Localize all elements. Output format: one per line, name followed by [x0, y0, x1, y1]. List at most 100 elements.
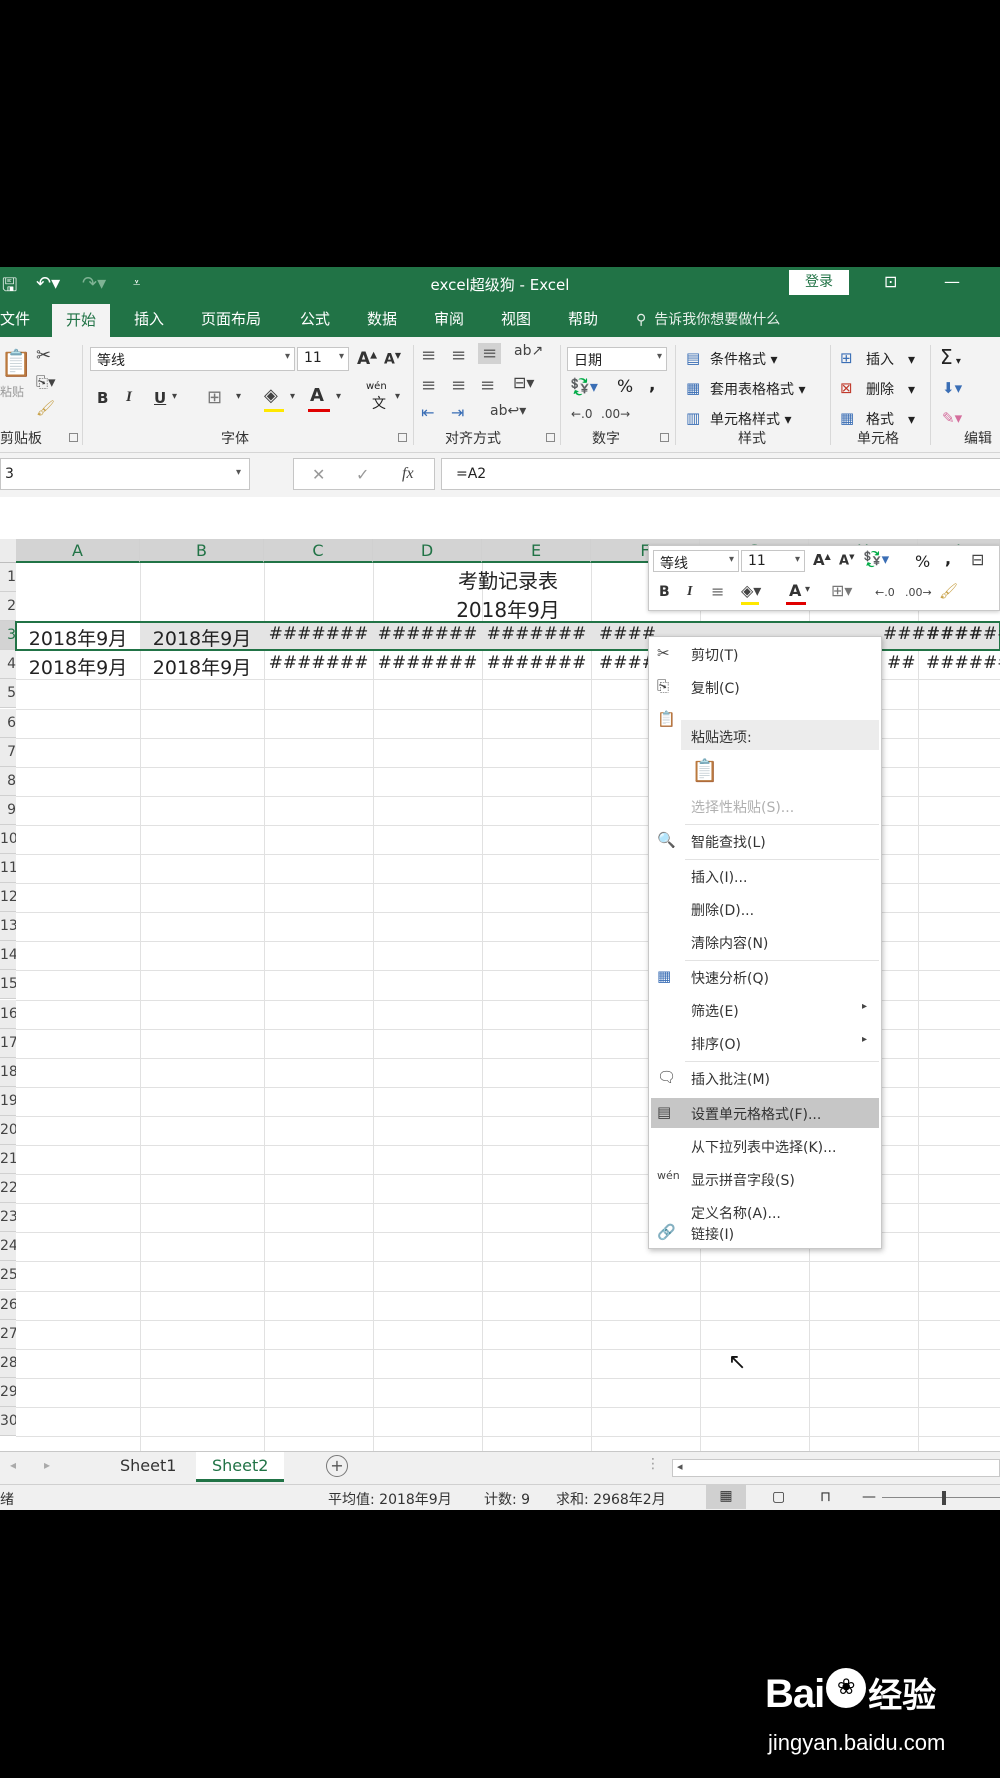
- cell-c3[interactable]: #######: [264, 624, 373, 644]
- ribbon-display-icon[interactable]: ⊡: [884, 272, 897, 291]
- border-icon[interactable]: ⊞: [207, 387, 222, 408]
- scroll-right-icon[interactable]: ▸: [44, 1458, 50, 1472]
- cell-a4[interactable]: 2018年9月: [16, 653, 140, 680]
- increase-decimal-icon[interactable]: ←.0: [571, 407, 593, 421]
- mini-bold-button[interactable]: B: [659, 584, 670, 600]
- menu-item-pick-from-list[interactable]: 从下拉列表中选择(K)...: [649, 1131, 881, 1161]
- row-header[interactable]: 6: [0, 709, 16, 738]
- clipboard-launcher-icon[interactable]: [69, 433, 78, 442]
- row-header[interactable]: 16: [0, 1000, 16, 1029]
- cell-styles-button[interactable]: 单元格样式 ▾: [710, 409, 791, 429]
- shrink-font-icon[interactable]: A▼: [384, 351, 401, 368]
- cell-b3[interactable]: 2018年9月: [140, 624, 264, 651]
- login-button[interactable]: 登录: [789, 270, 849, 295]
- grow-font-icon[interactable]: A▲: [357, 349, 377, 369]
- cell-i3[interactable]: ######: [918, 624, 1000, 644]
- menu-item-cut[interactable]: ✂ 剪切(T): [649, 639, 881, 669]
- chevron-down-icon[interactable]: ▾: [172, 391, 177, 402]
- row-header[interactable]: 18: [0, 1058, 16, 1087]
- row-header[interactable]: 30: [0, 1407, 16, 1436]
- align-bottom-icon[interactable]: ≡: [478, 343, 502, 364]
- mini-align-center-icon[interactable]: ≡: [711, 582, 724, 601]
- align-right-icon[interactable]: ≡: [480, 375, 495, 396]
- format-painter-icon[interactable]: 🖌: [36, 399, 55, 417]
- menu-item-insert[interactable]: 插入(I)...: [649, 861, 881, 891]
- tab-insert[interactable]: 插入: [134, 308, 164, 329]
- cell-e4[interactable]: #######: [482, 653, 591, 673]
- menu-item-copy[interactable]: ⎘ 复制(C): [649, 672, 881, 702]
- tell-me-search[interactable]: ⚲ 告诉我你想要做什么: [636, 309, 780, 329]
- conditional-format-button[interactable]: 条件格式 ▾: [710, 349, 777, 369]
- underline-button[interactable]: U: [154, 389, 166, 407]
- mini-font-color-icon[interactable]: A: [789, 581, 801, 600]
- menu-item-clear-contents[interactable]: 清除内容(N): [649, 927, 881, 957]
- mini-decrease-decimal-icon[interactable]: .00→: [905, 586, 932, 599]
- mini-percent-button[interactable]: %: [915, 552, 930, 571]
- decrease-decimal-icon[interactable]: .00→: [601, 407, 630, 421]
- cell-a3[interactable]: 2018年9月: [16, 624, 140, 651]
- cell-e3[interactable]: #######: [482, 624, 591, 644]
- cell-f3[interactable]: ####: [591, 624, 656, 644]
- cell-g3[interactable]: #######: [883, 624, 983, 644]
- cell-d4[interactable]: #######: [373, 653, 482, 673]
- mini-font-name-dropdown[interactable]: 等线 ▾: [653, 550, 739, 572]
- row-header[interactable]: 8: [0, 767, 16, 796]
- menu-item-format-cells[interactable]: ▤ 设置单元格格式(F)...: [651, 1098, 879, 1128]
- format-as-table-button[interactable]: 套用表格格式 ▾: [710, 379, 805, 399]
- italic-button[interactable]: I: [126, 389, 132, 406]
- mini-border-icon[interactable]: ⊞▾: [831, 581, 852, 600]
- menu-item-sort[interactable]: 排序(O) ▸: [649, 1028, 881, 1058]
- paste-icon[interactable]: 📋: [0, 349, 32, 379]
- row-header[interactable]: 11: [0, 854, 16, 883]
- menu-item-smart-lookup[interactable]: 🔍 智能查找(L): [649, 826, 881, 856]
- normal-view-icon[interactable]: ▦: [706, 1485, 746, 1509]
- merge-center-icon[interactable]: ⊟▾: [513, 373, 534, 392]
- increase-indent-icon[interactable]: ⇥: [451, 403, 464, 422]
- row-header[interactable]: 7: [0, 738, 16, 767]
- row-header[interactable]: 21: [0, 1145, 16, 1174]
- menu-item-show-phonetic[interactable]: wén 显示拼音字段(S): [649, 1164, 881, 1194]
- align-middle-icon[interactable]: ≡: [451, 345, 466, 366]
- wrap-text-icon[interactable]: ab↩▾: [490, 403, 526, 419]
- row-header[interactable]: 28: [0, 1349, 16, 1378]
- mini-italic-button[interactable]: I: [687, 584, 692, 600]
- sheet-tab-sheet2[interactable]: Sheet2: [196, 1452, 285, 1482]
- format-cells-button[interactable]: 格式 ▾: [866, 409, 915, 429]
- fill-color-icon[interactable]: ◈: [264, 385, 278, 406]
- font-size-dropdown[interactable]: 11 ▾: [297, 347, 349, 371]
- chevron-down-icon[interactable]: ▾: [805, 584, 810, 595]
- scroll-left-icon[interactable]: ◂: [10, 1458, 16, 1472]
- chevron-down-icon[interactable]: ▾: [236, 391, 241, 402]
- mini-shrink-font-icon[interactable]: A▼: [839, 553, 854, 568]
- mini-format-cells-icon[interactable]: ⊟: [971, 550, 984, 569]
- mini-font-size-dropdown[interactable]: 11 ▾: [741, 550, 805, 572]
- tab-help[interactable]: 帮助: [568, 308, 598, 329]
- number-format-dropdown[interactable]: 日期 ▾: [567, 347, 667, 371]
- row-header[interactable]: 17: [0, 1029, 16, 1058]
- row-header[interactable]: 13: [0, 912, 16, 941]
- bold-button[interactable]: B: [97, 389, 108, 407]
- horizontal-scrollbar[interactable]: ◂: [672, 1459, 1000, 1477]
- tab-data[interactable]: 数据: [367, 308, 397, 329]
- zoom-out-icon[interactable]: —: [862, 1489, 876, 1505]
- autosum-button[interactable]: Σ ▾: [940, 345, 961, 369]
- insert-function-icon[interactable]: fx: [402, 465, 414, 483]
- name-box[interactable]: 3 ▾: [0, 458, 250, 490]
- decrease-indent-icon[interactable]: ⇤: [421, 403, 434, 422]
- tab-home[interactable]: 开始: [52, 304, 111, 337]
- row-header[interactable]: 29: [0, 1378, 16, 1407]
- add-sheet-icon[interactable]: +: [326, 1455, 348, 1477]
- comma-button[interactable]: ,: [649, 375, 655, 395]
- zoom-slider[interactable]: [882, 1497, 1000, 1498]
- tab-splitter-icon[interactable]: ⋮: [646, 1456, 660, 1472]
- row-header[interactable]: 3: [0, 621, 16, 650]
- clear-icon[interactable]: ✎▾: [942, 409, 962, 427]
- zoom-slider-thumb[interactable]: [942, 1491, 946, 1505]
- row-header[interactable]: 2: [0, 592, 16, 621]
- phonetic-guide-icon[interactable]: wén: [366, 381, 387, 392]
- font-name-dropdown[interactable]: 等线 ▾: [90, 347, 295, 371]
- row-header[interactable]: 23: [0, 1203, 16, 1232]
- cell-g4[interactable]: ##: [887, 653, 918, 673]
- cell-i4[interactable]: ######: [918, 653, 1000, 673]
- row-header[interactable]: 22: [0, 1174, 16, 1203]
